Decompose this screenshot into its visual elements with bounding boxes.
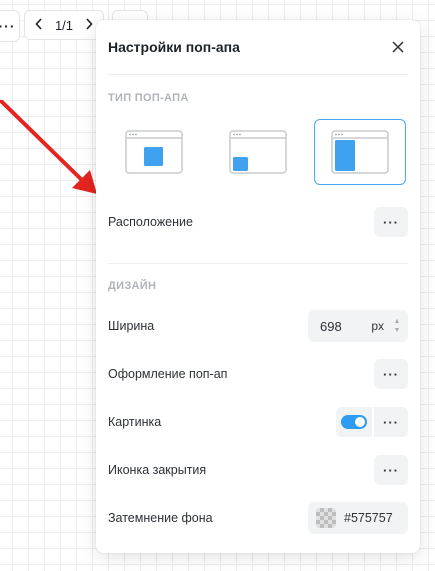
image-controls: ··· — [336, 407, 408, 437]
width-label: Ширина — [108, 319, 155, 333]
more-horizontal-icon: ··· — [383, 214, 399, 230]
image-toggle-wrap — [336, 407, 372, 437]
transparency-swatch-icon — [316, 508, 336, 528]
width-row: Ширина 698 px ▲ ▼ — [108, 310, 408, 342]
close-icon-label: Иконка закрытия — [108, 463, 207, 477]
panel-header: Настройки поп-апа — [108, 20, 408, 75]
style-row: Оформление поп-ап ··· — [108, 358, 408, 390]
image-label: Картинка — [108, 415, 162, 429]
stepper-down-icon[interactable]: ▼ — [394, 327, 401, 334]
page-indicator: 1/1 — [54, 17, 74, 33]
toolbar-menu-button[interactable]: ··· — [0, 10, 20, 42]
stepper-up-icon[interactable]: ▲ — [394, 318, 401, 325]
more-horizontal-icon: ··· — [383, 462, 399, 478]
width-value[interactable]: 698 — [320, 319, 371, 334]
more-horizontal-icon: ··· — [383, 414, 399, 430]
position-row: Расположение ··· — [108, 206, 408, 238]
popup-corner-preview-icon — [229, 130, 287, 174]
design-section-label: ДИЗАЙН — [108, 280, 157, 292]
popup-center-preview-icon — [125, 130, 183, 174]
close-icon-row: Иконка закрытия ··· — [108, 454, 408, 486]
panel-title: Настройки поп-апа — [108, 39, 240, 55]
popup-type-center[interactable] — [108, 119, 200, 185]
popup-type-section-label: ТИП ПОП-АПА — [108, 92, 189, 104]
chevron-left-icon[interactable] — [33, 17, 45, 33]
section-divider — [108, 263, 408, 264]
more-horizontal-icon: ··· — [0, 18, 16, 34]
image-more-button[interactable]: ··· — [374, 407, 408, 437]
popup-type-corner[interactable] — [212, 119, 304, 185]
pager: 1/1 — [24, 10, 104, 40]
style-more-button[interactable]: ··· — [374, 359, 408, 389]
popup-type-side[interactable] — [314, 119, 406, 185]
width-unit: px — [371, 319, 384, 333]
annotation-arrow — [0, 100, 97, 194]
close-icon[interactable] — [388, 37, 408, 57]
chevron-right-icon[interactable] — [83, 17, 95, 33]
width-stepper[interactable]: ▲ ▼ — [392, 318, 402, 334]
toggle-knob — [355, 417, 365, 427]
popup-settings-panel: Настройки поп-апа ТИП ПОП-АПА Расположен… — [96, 20, 420, 553]
image-toggle[interactable] — [341, 415, 367, 429]
width-input[interactable]: 698 px ▲ ▼ — [308, 310, 408, 342]
image-row: Картинка ··· — [108, 406, 408, 438]
background-dim-label: Затемнение фона — [108, 511, 213, 525]
style-label: Оформление поп-ап — [108, 367, 228, 381]
popup-side-preview-icon — [331, 130, 389, 174]
position-label: Расположение — [108, 215, 193, 229]
background-dim-color-picker[interactable]: #575757 — [308, 502, 408, 534]
background-dim-row: Затемнение фона #575757 — [108, 502, 408, 534]
background-dim-value[interactable]: #575757 — [344, 511, 393, 525]
more-horizontal-icon: ··· — [383, 366, 399, 382]
position-more-button[interactable]: ··· — [374, 207, 408, 237]
close-icon-more-button[interactable]: ··· — [374, 455, 408, 485]
